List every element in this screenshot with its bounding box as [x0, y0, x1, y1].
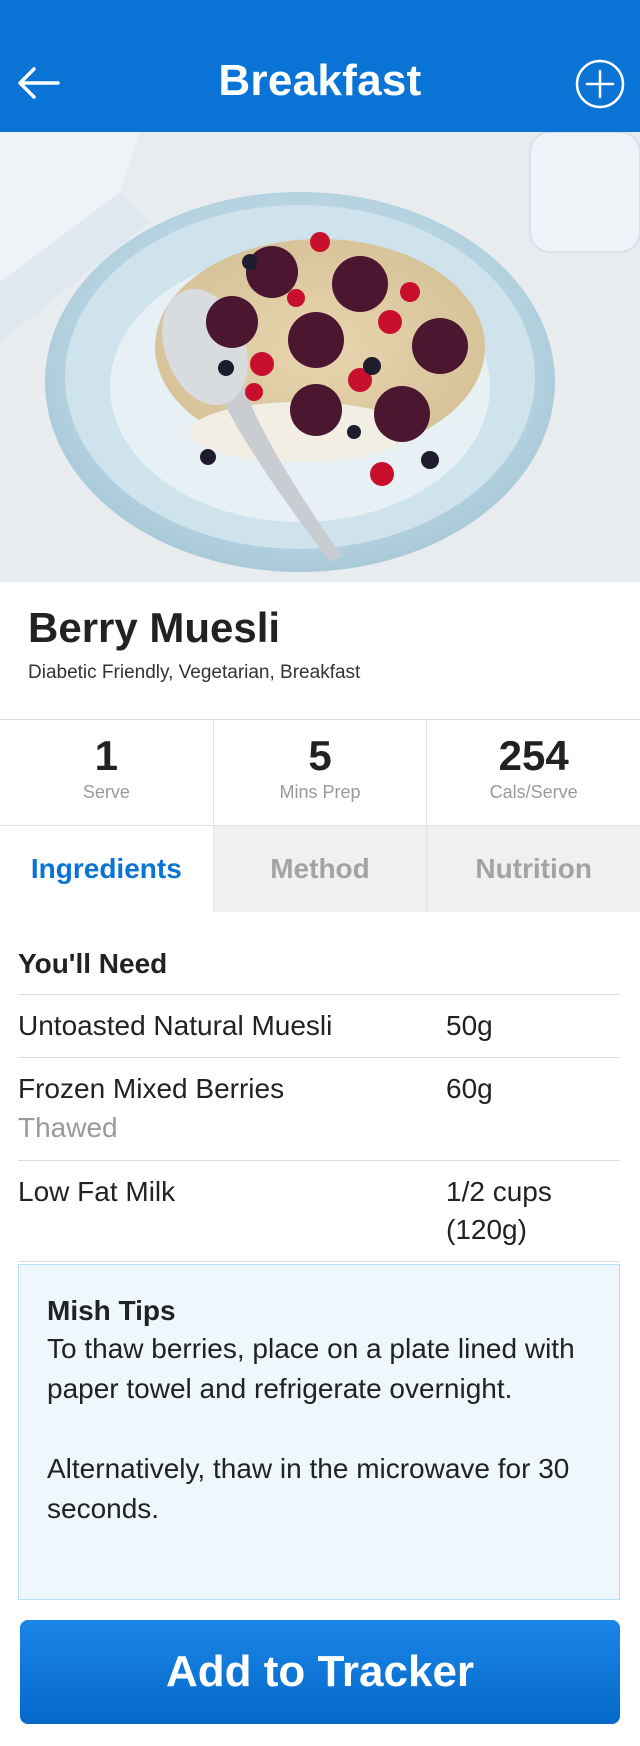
ingredient-name: Frozen Mixed Berries — [18, 1073, 285, 1104]
stat-calories: 254 Cals/Serve — [427, 720, 640, 825]
recipe-tabs: Ingredients Method Nutrition — [0, 826, 640, 922]
list-item: Frozen Mixed Berries Thawed 60g — [18, 1058, 620, 1161]
stat-value: 254 — [498, 732, 569, 779]
tips-body: To thaw berries, place on a plate lined … — [47, 1333, 575, 1524]
plus-circle-icon — [575, 59, 625, 109]
ingredient-name: Untoasted Natural Muesli — [18, 1010, 333, 1041]
ingredient-qty: 60g — [446, 1073, 493, 1104]
recipe-header: Berry Muesli Diabetic Friendly, Vegetari… — [0, 582, 640, 720]
stat-value: 5 — [308, 732, 332, 779]
ingredient-note: Thawed — [18, 1112, 118, 1143]
list-item: Low Fat Milk 1/2 cups (120g) — [18, 1161, 620, 1262]
recipe-tags: Diabetic Friendly, Vegetarian, Breakfast — [28, 662, 361, 683]
stat-serve: 1 Serve — [0, 720, 214, 825]
stat-value: 1 — [94, 732, 119, 779]
ingredient-name-block: Frozen Mixed Berries Thawed — [18, 1070, 446, 1148]
recipe-title: Berry Muesli — [28, 604, 281, 651]
add-button[interactable] — [574, 58, 626, 110]
ingredient-qty: 1/2 cups (120g) — [446, 1176, 552, 1245]
ingredient-qty: 50g — [446, 1010, 493, 1041]
top-bar: Breakfast — [0, 0, 640, 132]
stat-label: Serve — [82, 782, 130, 802]
recipe-photo — [0, 132, 640, 582]
section-title: You'll Need — [18, 912, 620, 995]
tab-method[interactable]: Method — [214, 826, 428, 912]
stat-label: Cals/Serve — [489, 782, 578, 802]
tab-ingredients[interactable]: Ingredients — [0, 826, 214, 922]
list-item: Untoasted Natural Muesli 50g — [18, 995, 620, 1058]
tips-box: Mish Tips To thaw berries, place on a pl… — [18, 1264, 620, 1600]
ingredient-name: Low Fat Milk — [18, 1176, 176, 1207]
tips-title: Mish Tips — [47, 1295, 176, 1326]
add-to-tracker-button[interactable]: Add to Tracker — [20, 1620, 620, 1724]
ingredients-list: You'll Need Untoasted Natural Muesli 50g… — [18, 912, 620, 1262]
stat-label: Mins Prep — [279, 782, 361, 802]
stat-prep: 5 Mins Prep — [214, 720, 428, 825]
page-title: Breakfast — [218, 56, 422, 105]
recipe-stats: 1 Serve 5 Mins Prep 254 Cals/Serve — [0, 720, 640, 826]
tab-nutrition[interactable]: Nutrition — [427, 826, 640, 912]
